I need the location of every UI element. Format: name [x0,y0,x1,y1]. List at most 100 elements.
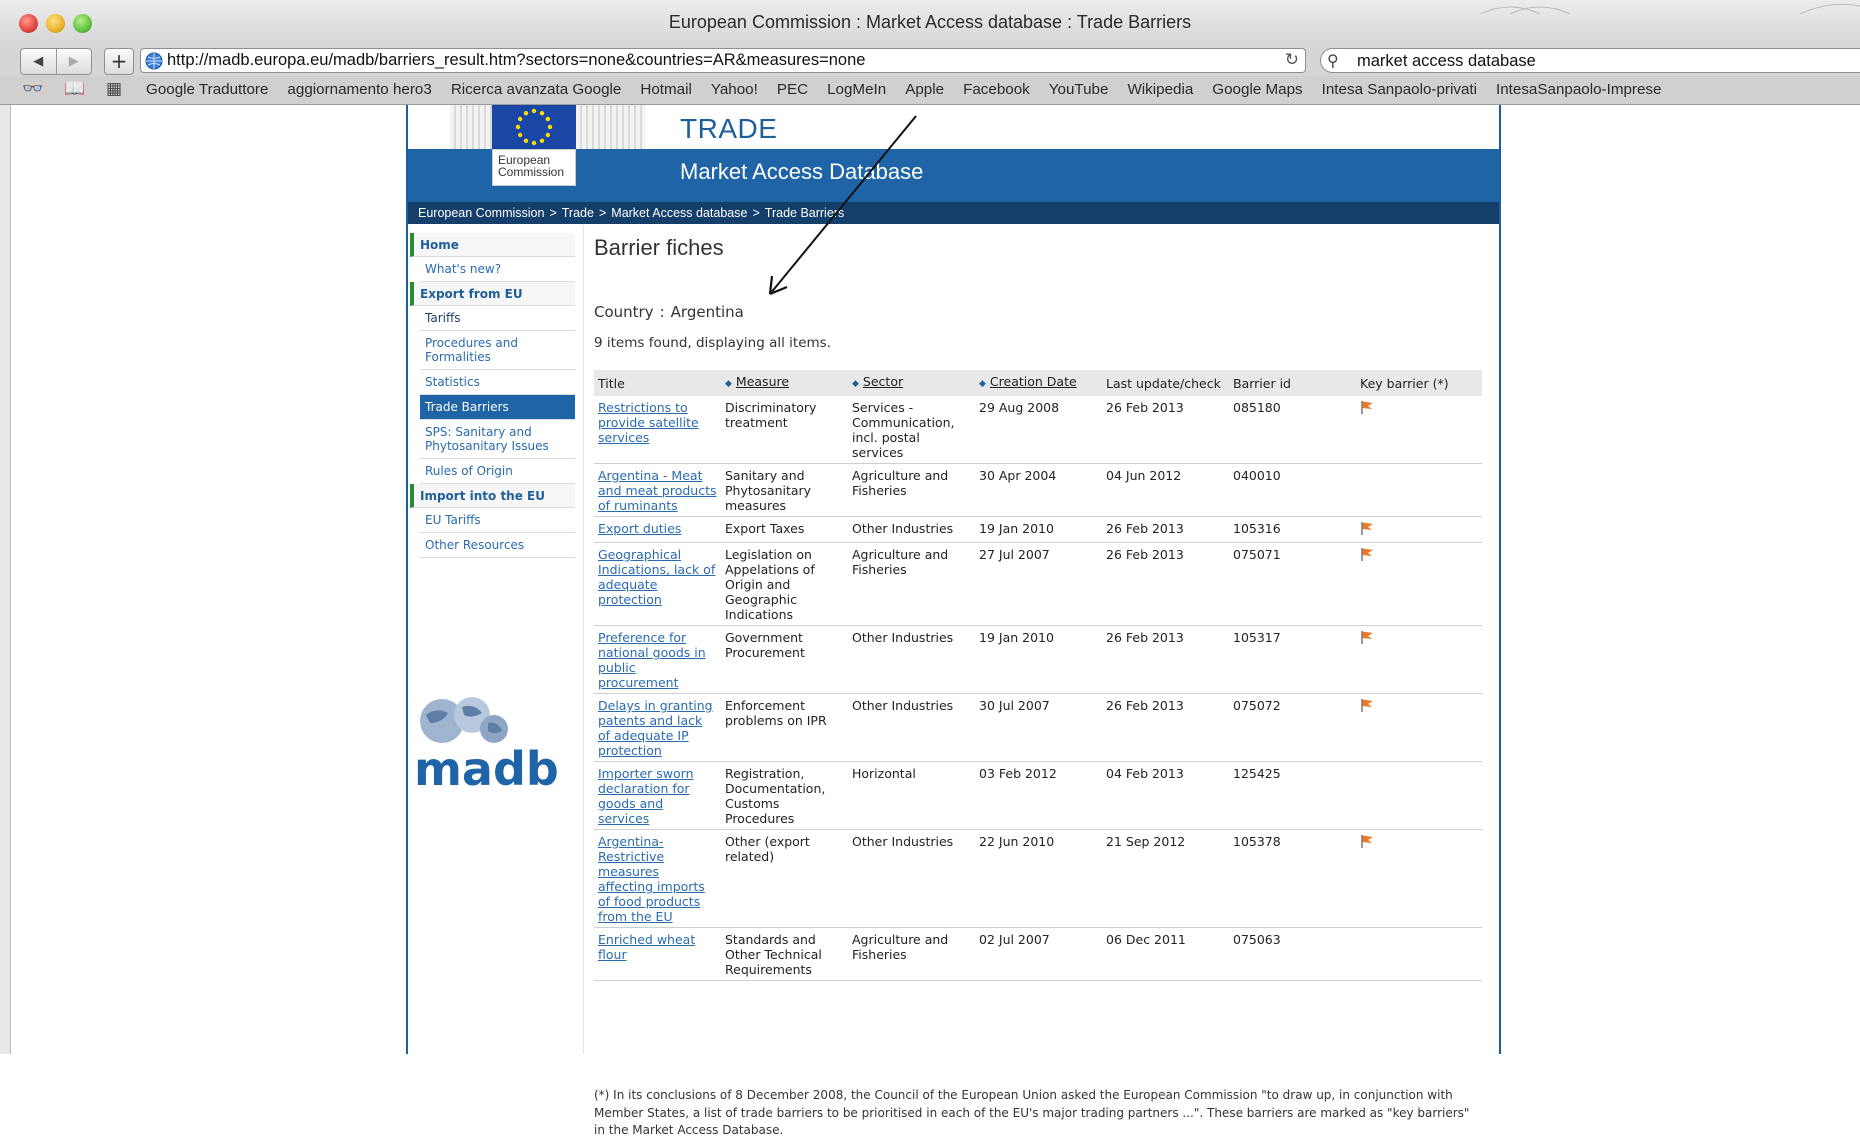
header-measure-label[interactable]: Measure [736,374,789,389]
eu-star [547,124,553,130]
header-creation-date[interactable]: ◆ Creation Date [975,370,1102,396]
madb-page: TRADE European Commission Market Access … [406,105,1501,1137]
header-sector-label[interactable]: Sector [863,374,903,389]
header-creation-label[interactable]: Creation Date [990,374,1077,389]
cell-created: 19 Jan 2010 [975,516,1102,543]
barriers-table: Title ◆ Measure ◆ Sector ◆ Creation Date La… [594,370,1482,981]
back-button[interactable]: ◀ [21,49,56,74]
nav-home[interactable]: Home [410,233,575,257]
nav-export-from-eu[interactable]: Export from EU [410,282,575,306]
barrier-title-link[interactable]: Argentina - Meat and meat products of ru… [598,468,716,513]
nav-whats-new[interactable]: What's new? [420,257,575,282]
bookmark-item[interactable]: Ricerca avanzata Google [451,81,622,98]
new-tab-button[interactable]: + [104,48,134,75]
bookmark-item[interactable]: Google Maps [1212,81,1302,98]
breadcrumb-market-access-database[interactable]: Market Access database [611,206,747,220]
globe-icon [145,52,163,70]
search-field[interactable]: ⚲ market access database [1320,48,1860,73]
search-input[interactable]: market access database [1357,52,1536,71]
barrier-title-link[interactable]: Preference for national goods in public … [598,630,706,690]
bookmarks-book-icon[interactable]: 📖 [64,79,85,99]
eu-star [523,110,529,116]
barrier-title-link[interactable]: Enriched wheat flour [598,932,695,962]
bookmark-item[interactable]: Hotmail [640,81,691,98]
bookmark-item[interactable]: Intesa Sanpaolo-privati [1322,81,1477,98]
bookmark-item[interactable]: IntesaSanpaolo-Imprese [1496,81,1661,98]
madb-logo-text: madb [414,742,559,793]
trade-heading-link[interactable]: TRADE [680,113,777,145]
breadcrumb-european-commission[interactable]: European Commission [418,206,544,220]
bookmark-item[interactable]: Apple [905,81,944,98]
eu-star [515,124,521,130]
sort-icon[interactable]: ◆ [725,379,732,389]
forward-button[interactable]: ▶ [55,49,92,74]
bookmark-item[interactable]: YouTube [1049,81,1109,98]
key-barrier-flag-icon [1361,522,1373,535]
cell-created: 22 Jun 2010 [975,829,1102,928]
madb-logo[interactable]: madb [412,693,572,793]
nav-tariffs[interactable]: Tariffs [420,306,575,331]
top-sites-grid-icon[interactable]: ▦ [106,79,122,99]
nav-other-resources[interactable]: Other Resources [420,533,575,558]
bookmark-item[interactable]: LogMeIn [827,81,886,98]
page-title: Barrier fiches [594,235,724,260]
cell-barrier-id: 075063 [1229,927,1356,981]
results-count: 9 items found, displaying all items. [594,335,831,351]
nav-import-into-eu[interactable]: Import into the EU [410,484,575,508]
corner-decoration [1479,3,1860,14]
header-last-update: Last update/check [1102,370,1229,396]
url-text[interactable]: http://madb.europa.eu/madb/barriers_resu… [167,51,865,70]
cell-key-barrier [1356,829,1482,928]
cell-key-barrier [1356,761,1482,830]
barrier-title-link[interactable]: Export duties [598,521,681,536]
cell-title: Importer sworn declaration for goods and… [594,761,721,830]
cell-created: 30 Apr 2004 [975,463,1102,517]
header-sector[interactable]: ◆ Sector [848,370,975,396]
window-edge [0,105,11,1054]
nav-trade-barriers[interactable]: Trade Barriers [420,395,575,420]
nav-statistics[interactable]: Statistics [420,370,575,395]
address-bar[interactable]: http://madb.europa.eu/madb/barriers_resu… [140,48,1306,73]
barrier-title-link[interactable]: Geographical Indications, lack of adequa… [598,547,715,607]
nav-sps[interactable]: SPS: Sanitary and Phytosanitary Issues [420,420,575,459]
breadcrumb-trade-barriers[interactable]: Trade Barriers [765,206,844,220]
breadcrumb-trade[interactable]: Trade [562,206,594,220]
bookmark-item[interactable]: Facebook [963,81,1030,98]
cell-updated: 21 Sep 2012 [1102,829,1229,928]
bookmarks-bar: 👓 📖 ▦ Google Traduttore aggiornamento her… [0,76,1860,105]
cell-title: Geographical Indications, lack of adequa… [594,542,721,626]
cell-created: 27 Jul 2007 [975,542,1102,626]
bookmark-item[interactable]: PEC [777,81,808,98]
cell-measure: Sanitary and Phytosanitary measures [721,463,848,517]
nav-procedures[interactable]: Procedures and Formalities [420,331,575,370]
nav-eu-tariffs[interactable]: EU Tariffs [420,508,575,533]
barrier-title-link[interactable]: Importer sworn declaration for goods and… [598,766,694,826]
reload-icon[interactable]: ↻ [1285,50,1299,70]
table-row: Restrictions to provide satellite servic… [594,396,1482,464]
bookmark-item[interactable]: Wikipedia [1127,81,1193,98]
cell-key-barrier [1356,396,1482,464]
eu-star [545,132,551,138]
table-row: Export duties Export Taxes Other Industrie… [594,516,1482,543]
key-barrier-flag-icon [1361,835,1373,848]
window-titlebar: European Commission : Market Access data… [0,0,1860,46]
table-row: Importer sworn declaration for goods and… [594,761,1482,830]
bookmark-item[interactable]: Yahoo! [711,81,758,98]
barrier-title-link[interactable]: Delays in granting patents and lack of a… [598,698,713,758]
bookmark-item[interactable]: Google Traduttore [146,81,268,98]
barrier-title-link[interactable]: Argentina- Restrictive measures affectin… [598,834,705,924]
sort-icon[interactable]: ◆ [979,379,986,389]
table-row: Argentina- Restrictive measures affectin… [594,829,1482,928]
nav-rules-of-origin[interactable]: Rules of Origin [420,459,575,484]
cell-key-barrier [1356,693,1482,762]
barrier-title-link[interactable]: Restrictions to provide satellite servic… [598,400,699,445]
european-commission-logo[interactable]: European Commission [492,149,576,186]
cell-updated: 26 Feb 2013 [1102,542,1229,626]
header-barrier-id: Barrier id [1229,370,1356,396]
reading-list-icon[interactable]: 👓 [22,79,43,99]
sort-icon[interactable]: ◆ [852,379,859,389]
bookmark-item[interactable]: aggiornamento hero3 [287,81,431,98]
eu-star [531,108,537,114]
header-measure[interactable]: ◆ Measure [721,370,848,396]
key-barrier-flag-icon [1361,548,1373,561]
